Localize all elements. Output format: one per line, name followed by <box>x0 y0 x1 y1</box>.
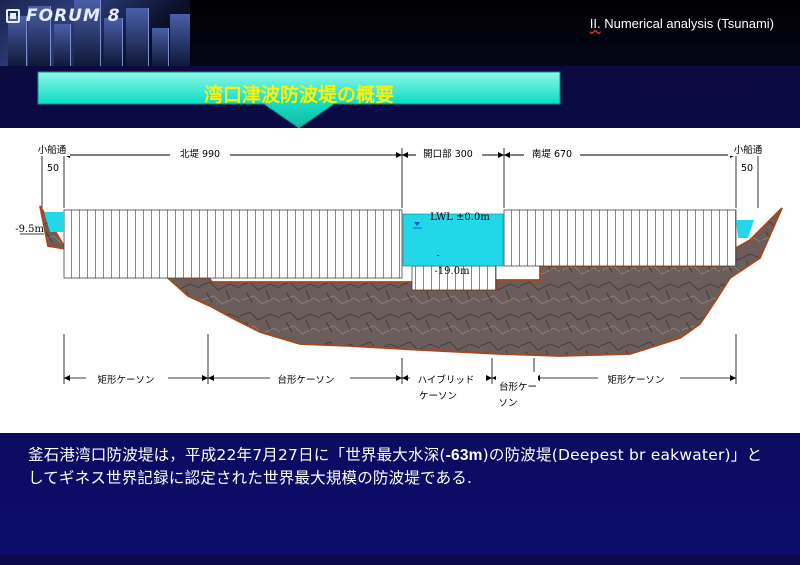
label-south-breakwater: 南堤 670 <box>532 148 572 160</box>
forum8-logo-icon <box>6 9 20 23</box>
caption-part1: 釜石港湾口防波堤は，平成22年7月27日に「世界最大水深( <box>28 446 446 464</box>
south-breakwater-caissons <box>503 209 737 267</box>
section-number: II. <box>589 16 601 31</box>
label-small-channel-left-width: 50 <box>47 163 59 174</box>
segment-trap-caisson-left: 台形ケーソン <box>277 374 334 386</box>
water-level-label: LWL ±0.0m <box>430 212 490 223</box>
label-opening: 開口部 300 <box>423 148 473 160</box>
segment-rect-caisson-left: 矩形ケーソン <box>97 374 154 386</box>
segment-rect-caisson-right: 矩形ケーソン <box>607 374 664 386</box>
small-channel-right-water <box>736 220 754 238</box>
section-title: II. Numerical analysis (Tsunami) <box>590 16 774 31</box>
segment-hybrid-caisson-line1: ハイブリッド <box>418 374 475 386</box>
segment-hybrid-caisson-line2: ケーソン <box>419 391 457 402</box>
north-breakwater-caissons <box>63 209 403 279</box>
header-bar: FORUM 8 II. Numerical analysis (Tsunami) <box>0 0 800 66</box>
footer-bar <box>0 555 800 565</box>
label-north-breakwater: 北堤 990 <box>180 148 220 160</box>
breakwater-cross-section: 小船通 50 北堤 990 開口部 300 南堤 670 小船通 50 LWL … <box>0 128 800 433</box>
depth-left-label: -9.5m <box>15 224 44 235</box>
label-small-channel-right-width: 50 <box>741 163 753 174</box>
caption-text: 釜石港湾口防波堤は，平成22年7月27日に「世界最大水深(-63m)の防波堤(D… <box>28 444 768 489</box>
banner-title: 湾口津波防波堤の概要 <box>203 84 394 106</box>
depth-opening-dash: - <box>436 251 439 261</box>
label-small-channel-left: 小船通 <box>38 144 67 156</box>
forum8-logo: FORUM 8 <box>6 6 121 26</box>
caption-depth: -63m <box>445 447 483 464</box>
cross-section-drawing: 小船通 50 北堤 990 開口部 300 南堤 670 小船通 50 LWL … <box>15 144 783 409</box>
label-small-channel-right: 小船通 <box>734 144 763 156</box>
depth-opening-label: -19.0m <box>434 266 470 277</box>
logo-text: FORUM 8 <box>26 6 121 26</box>
segment-trap-caisson-right-line1: 台形ケー <box>499 381 537 393</box>
segment-trap-caisson-right-line2: ソン <box>498 398 517 409</box>
title-banner: 湾口津波防波堤の概要 <box>34 70 564 130</box>
section-title-text: Numerical analysis (Tsunami) <box>600 16 774 31</box>
